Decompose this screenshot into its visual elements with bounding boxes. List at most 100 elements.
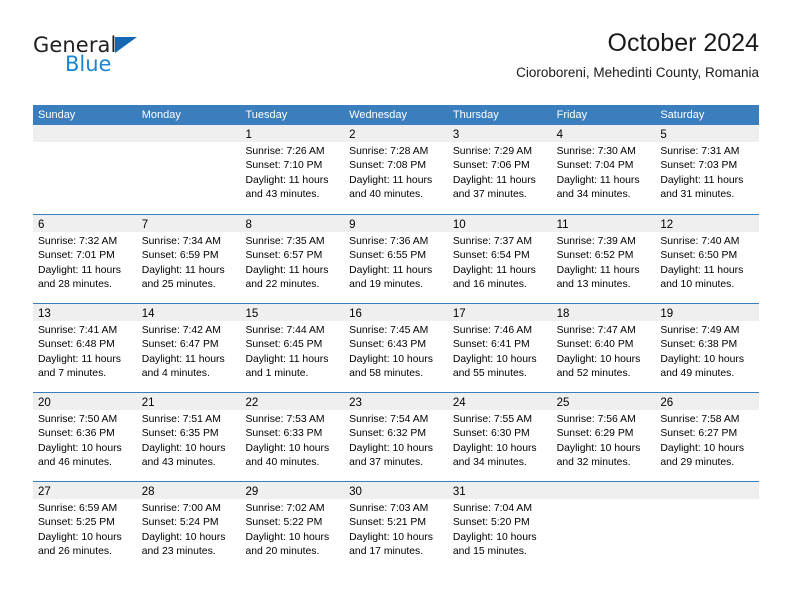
day-number-band: 19 [655,304,760,321]
day-detail-line: Daylight: 10 hours [141,442,226,454]
day-details: Sunrise: 7:55 AM Sunset: 6:30 PM Daylight:… [448,410,552,471]
day-number: 11 [556,219,569,231]
day-detail-line: Sunset: 5:22 PM [245,517,323,529]
calendar-day-cell[interactable]: 19 Sunrise: 7:49 AM Sunset: 6:38 PM Dayligh… [655,304,760,392]
day-number: 29 [245,486,259,498]
day-number: 25 [556,397,570,409]
calendar-day-cell[interactable]: 17 Sunrise: 7:46 AM Sunset: 6:41 PM Dayligh… [447,304,552,392]
calendar-day-cell[interactable]: 26 Sunrise: 7:58 AM Sunset: 6:27 PM Dayligh… [655,393,760,481]
day-detail-line: Daylight: 11 hours [556,174,640,186]
calendar-week-row: 20 Sunrise: 7:50 AM Sunset: 6:36 PM Dayligh… [33,392,760,481]
day-detail-line: Sunrise: 7:03 AM [349,503,429,514]
calendar-day-cell[interactable]: 7 Sunrise: 7:34 AM Sunset: 6:59 PM Daylight… [136,215,241,303]
day-number: 28 [141,486,155,498]
day-detail-line: Sunset: 5:24 PM [141,517,219,529]
day-number-band [136,125,241,142]
day-detail-line: and 34 minutes. [452,457,527,469]
day-detail-line: and 58 minutes. [349,368,424,380]
day-details: Sunrise: 7:31 AM Sunset: 7:03 PM Daylight:… [655,142,759,203]
day-details: Sunrise: 7:54 AM Sunset: 6:32 PM Daylight:… [344,410,448,471]
day-detail-line: Sunset: 7:01 PM [38,250,115,262]
day-detail-line: Sunrise: 7:41 AM [38,325,118,336]
day-number-band: 17 [447,304,552,321]
day-detail-line: and 23 minutes. [141,546,216,558]
calendar-day-cell[interactable]: 14 Sunrise: 7:42 AM Sunset: 6:47 PM Dayligh… [136,304,241,392]
calendar-day-cell[interactable]: 18 Sunrise: 7:47 AM Sunset: 6:40 PM Dayligh… [551,304,656,392]
day-detail-line: Daylight: 10 hours [349,442,433,454]
day-details: Sunrise: 7:40 AM Sunset: 6:50 PM Daylight:… [655,232,759,293]
calendar-day-cell[interactable]: 28 Sunrise: 7:00 AM Sunset: 5:24 PM Dayligh… [136,482,241,570]
day-details [552,499,656,502]
calendar-day-cell[interactable]: 6 Sunrise: 7:32 AM Sunset: 7:01 PM Daylight… [33,215,137,303]
day-number-band: 24 [447,393,552,410]
general-blue-logo[interactable]: General Blue [33,34,213,90]
day-detail-line: Sunrise: 7:31 AM [660,146,740,157]
calendar-day-cell[interactable]: 29 Sunrise: 7:02 AM Sunset: 5:22 PM Dayligh… [240,482,345,570]
day-details: Sunrise: 7:00 AM Sunset: 5:24 PM Daylight:… [137,499,241,560]
day-detail-line: and 15 minutes. [452,546,527,558]
calendar-day-cell[interactable]: 31 Sunrise: 7:04 AM Sunset: 5:20 PM Dayligh… [447,482,552,570]
day-number-band: 9 [344,215,448,232]
day-detail-line: and 43 minutes. [141,457,216,469]
day-detail-line: Sunset: 6:41 PM [452,339,530,351]
day-number-band: 26 [655,393,760,410]
day-detail-line: Sunrise: 7:30 AM [556,146,636,157]
calendar-day-cell[interactable]: 15 Sunrise: 7:44 AM Sunset: 6:45 PM Dayligh… [240,304,345,392]
day-detail-line: Sunset: 6:27 PM [660,428,738,440]
day-number-band: 6 [33,215,137,232]
day-number-band: 18 [551,304,656,321]
calendar-day-cell[interactable]: 12 Sunrise: 7:40 AM Sunset: 6:50 PM Dayligh… [655,215,760,303]
calendar-day-cell-empty [33,125,137,214]
calendar-day-cell[interactable]: 21 Sunrise: 7:51 AM Sunset: 6:35 PM Dayligh… [136,393,241,481]
calendar-day-cell[interactable]: 2 Sunrise: 7:28 AM Sunset: 7:08 PM Daylight… [344,125,448,214]
calendar-day-cell[interactable]: 9 Sunrise: 7:36 AM Sunset: 6:55 PM Daylight… [344,215,448,303]
day-number: 7 [141,219,149,231]
day-detail-line: Daylight: 11 hours [245,264,329,276]
day-detail-line: Daylight: 10 hours [452,531,537,543]
calendar-grid: Sunday Monday Tuesday Wednesday Thursday Frid… [33,105,760,570]
calendar-day-cell[interactable]: 30 Sunrise: 7:03 AM Sunset: 5:21 PM Dayligh… [344,482,448,570]
day-number: 21 [141,397,155,409]
calendar-day-cell[interactable]: 13 Sunrise: 7:41 AM Sunset: 6:48 PM Dayligh… [33,304,137,392]
day-detail-line: and 29 minutes. [660,457,735,469]
day-detail-line: and 17 minutes. [349,546,424,558]
day-number-band: 21 [136,393,241,410]
calendar-week-row: 13 Sunrise: 7:41 AM Sunset: 6:48 PM Dayligh… [33,303,760,392]
day-detail-line: and 13 minutes. [556,279,631,291]
calendar-day-cell-empty [136,125,241,214]
calendar-day-cell[interactable]: 11 Sunrise: 7:39 AM Sunset: 6:52 PM Dayligh… [551,215,656,303]
calendar-day-cell[interactable]: 27 Sunrise: 6:59 AM Sunset: 5:25 PM Dayligh… [33,482,137,570]
calendar-day-cell[interactable]: 24 Sunrise: 7:55 AM Sunset: 6:30 PM Dayligh… [447,393,552,481]
calendar-day-cell[interactable]: 10 Sunrise: 7:37 AM Sunset: 6:54 PM Dayligh… [447,215,552,303]
day-number: 4 [556,129,563,141]
calendar-day-cell[interactable]: 5 Sunrise: 7:31 AM Sunset: 7:03 PM Daylight… [655,125,760,214]
calendar-day-cell[interactable]: 3 Sunrise: 7:29 AM Sunset: 7:06 PM Daylight… [447,125,552,214]
day-details: Sunrise: 7:32 AM Sunset: 7:01 PM Daylight:… [33,232,137,293]
day-detail-line: Sunset: 7:04 PM [556,160,634,172]
day-detail-line: Sunset: 5:21 PM [349,517,426,529]
day-details [33,142,137,145]
page-title: October 2024 [607,29,760,57]
calendar-day-cell[interactable]: 22 Sunrise: 7:53 AM Sunset: 6:33 PM Dayligh… [240,393,345,481]
day-detail-line: Daylight: 11 hours [660,264,744,276]
day-detail-line: Daylight: 10 hours [556,353,641,365]
day-detail-line: Sunrise: 7:45 AM [349,325,429,336]
day-detail-line: Daylight: 10 hours [660,353,745,365]
calendar-day-cell[interactable]: 4 Sunrise: 7:30 AM Sunset: 7:04 PM Daylight… [551,125,656,214]
calendar-day-cell[interactable]: 20 Sunrise: 7:50 AM Sunset: 6:36 PM Dayligh… [33,393,137,481]
calendar-day-cell[interactable]: 23 Sunrise: 7:54 AM Sunset: 6:32 PM Dayligh… [344,393,448,481]
calendar-day-cell[interactable]: 16 Sunrise: 7:45 AM Sunset: 6:43 PM Dayligh… [344,304,448,392]
calendar-day-cell[interactable]: 1 Sunrise: 7:26 AM Sunset: 7:10 PM Daylight… [240,125,345,214]
day-detail-line: Sunset: 6:59 PM [141,250,219,262]
weekday-header-monday: Monday [141,109,181,121]
day-detail-line: Daylight: 10 hours [349,353,433,365]
calendar-day-cell[interactable]: 8 Sunrise: 7:35 AM Sunset: 6:57 PM Daylight… [240,215,345,303]
calendar-day-cell[interactable]: 25 Sunrise: 7:56 AM Sunset: 6:29 PM Dayligh… [551,393,656,481]
location-subtitle: Cioroboreni, Mehedinti County, Romania [516,65,759,80]
day-detail-line: Sunset: 5:20 PM [452,517,530,529]
day-detail-line: and 40 minutes. [349,189,424,201]
day-detail-line: and 1 minute. [245,368,309,380]
weekday-header-thursday: Thursday [452,109,499,121]
day-detail-line: Sunset: 6:52 PM [556,250,634,262]
day-detail-line: Sunset: 7:10 PM [245,160,323,172]
